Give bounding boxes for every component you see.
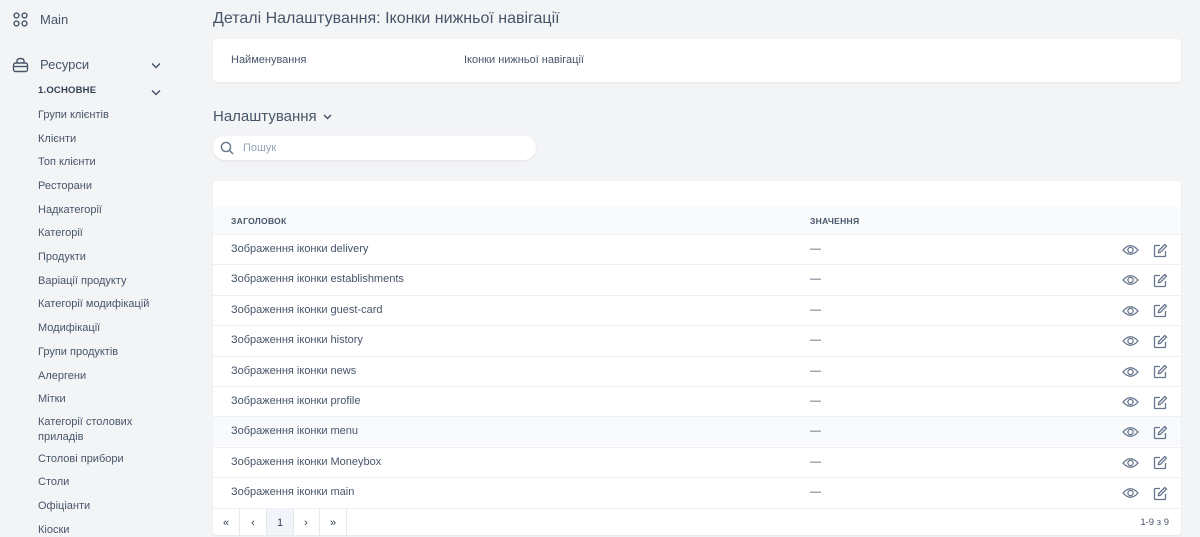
settings-section-label: Налаштування xyxy=(213,108,317,125)
row-title: Зображення іконки Moneybox xyxy=(231,455,382,468)
detail-value-name: Іконки нижньої навігації xyxy=(464,54,584,66)
group-title-basic[interactable]: 1.ОСНОВНЕ xyxy=(38,85,96,96)
sidebar-item-waiters[interactable]: Офіціанти xyxy=(38,499,168,514)
column-header-value[interactable]: ЗНАЧЕННЯ xyxy=(810,216,859,226)
row-title: Зображення іконки establishments xyxy=(231,273,404,286)
basket-icon xyxy=(12,56,29,73)
edit-icon[interactable] xyxy=(1151,332,1169,350)
table-row[interactable]: Зображення іконки profile — xyxy=(213,386,1181,416)
edit-icon[interactable] xyxy=(1151,454,1169,472)
edit-icon[interactable] xyxy=(1151,363,1169,381)
pagination-info: 1-9 з 9 xyxy=(1140,517,1169,528)
eye-icon[interactable] xyxy=(1121,454,1139,472)
row-title: Зображення іконки guest-card xyxy=(231,303,383,316)
row-value: — xyxy=(810,303,821,316)
first-page-button[interactable]: « xyxy=(213,509,240,535)
sidebar-item-products[interactable]: Продукти xyxy=(38,250,168,265)
detail-label-name: Найменування xyxy=(231,54,307,66)
sidebar-item-kiosks[interactable]: Кіоски xyxy=(38,523,168,537)
row-value: — xyxy=(810,425,821,438)
table-row[interactable]: Зображення іконки guest-card — xyxy=(213,294,1181,325)
row-title: Зображення іконки menu xyxy=(231,425,359,438)
eye-icon[interactable] xyxy=(1121,363,1139,381)
table-row[interactable]: Зображення іконки delivery — xyxy=(213,234,1181,264)
row-value: — xyxy=(810,364,821,377)
edit-icon[interactable] xyxy=(1151,423,1169,441)
edit-icon[interactable] xyxy=(1151,241,1169,259)
search-box[interactable] xyxy=(213,136,536,160)
detail-card: Найменування Іконки нижньої навігації xyxy=(213,39,1181,82)
table-row[interactable]: Зображення іконки establishments — xyxy=(213,264,1181,294)
chevron-down-icon xyxy=(323,113,332,120)
table-header: ЗАГОЛОВОК ЗНАЧЕННЯ xyxy=(213,207,1181,234)
current-page-button[interactable]: 1 xyxy=(267,509,294,535)
sidebar-item-client-groups[interactable]: Групи клієнтів xyxy=(38,108,168,123)
row-value: — xyxy=(810,243,821,255)
sidebar-item-allergens[interactable]: Алергени xyxy=(38,369,168,384)
eye-icon[interactable] xyxy=(1121,393,1139,411)
page-title: Деталі Налаштування: Іконки нижньої наві… xyxy=(213,10,560,27)
row-title: Зображення іконки news xyxy=(231,364,357,377)
sidebar-item-modifiers[interactable]: Модифікації xyxy=(38,321,168,336)
table-row[interactable]: Зображення іконки menu — xyxy=(213,416,1181,447)
sidebar-item-tags[interactable]: Мітки xyxy=(38,392,168,407)
chevron-down-icon[interactable] xyxy=(150,86,162,98)
row-value: — xyxy=(810,334,821,347)
sidebar: Main Ресурси 1.ОСНОВНЕ Групи клієнтів Кл… xyxy=(0,0,178,537)
edit-icon[interactable] xyxy=(1151,271,1169,289)
sidebar-item-cutlery-categories[interactable]: Категорії столових приладів xyxy=(38,415,168,445)
sidebar-item-cutlery[interactable]: Столові прибори xyxy=(38,452,168,467)
nav-main-label: Main xyxy=(40,12,69,27)
eye-icon[interactable] xyxy=(1121,423,1139,441)
row-title: Зображення іконки main xyxy=(231,486,355,499)
sidebar-item-modifier-categories[interactable]: Категорії модифікацій xyxy=(38,297,168,312)
edit-icon[interactable] xyxy=(1151,302,1169,320)
grid-icon xyxy=(12,11,29,28)
sidebar-item-restaurants[interactable]: Ресторани xyxy=(38,179,168,194)
sidebar-item-tables[interactable]: Столи xyxy=(38,475,168,490)
table-row[interactable]: Зображення іконки news — xyxy=(213,355,1181,386)
row-title: Зображення іконки delivery xyxy=(231,243,369,255)
table-row[interactable]: Зображення іконки Moneybox — xyxy=(213,446,1181,477)
sidebar-item-categories[interactable]: Категорії xyxy=(38,226,168,241)
eye-icon[interactable] xyxy=(1121,302,1139,320)
row-title: Зображення іконки history xyxy=(231,334,363,347)
settings-table: ЗАГОЛОВОК ЗНАЧЕННЯ Зображення іконки del… xyxy=(213,181,1181,535)
settings-section-title[interactable]: Налаштування xyxy=(213,108,332,125)
table-row[interactable]: Зображення іконки main — xyxy=(213,477,1181,507)
row-value: — xyxy=(810,455,821,468)
nav-main[interactable]: Main xyxy=(12,11,68,28)
table-row[interactable]: Зображення іконки history — xyxy=(213,325,1181,355)
search-icon xyxy=(220,141,234,155)
sidebar-item-product-groups[interactable]: Групи продуктів xyxy=(38,345,168,360)
sidebar-item-supercategories[interactable]: Надкатегорії xyxy=(38,203,168,218)
nav-resources-label: Ресурси xyxy=(40,57,90,72)
next-page-button[interactable]: › xyxy=(293,509,320,535)
search-input[interactable] xyxy=(243,142,523,154)
column-header-title[interactable]: ЗАГОЛОВОК xyxy=(231,216,287,226)
chevron-down-icon[interactable] xyxy=(150,59,162,71)
last-page-button[interactable]: » xyxy=(320,509,347,535)
row-value: — xyxy=(810,273,821,286)
pagination: « ‹ 1 › » 1-9 з 9 xyxy=(213,508,1181,535)
row-value: — xyxy=(810,486,821,499)
row-value: — xyxy=(810,395,821,407)
row-title: Зображення іконки profile xyxy=(231,395,361,407)
eye-icon[interactable] xyxy=(1121,241,1139,259)
eye-icon[interactable] xyxy=(1121,271,1139,289)
sidebar-item-clients[interactable]: Клієнти xyxy=(38,132,168,147)
edit-icon[interactable] xyxy=(1151,484,1169,502)
edit-icon[interactable] xyxy=(1151,393,1169,411)
nav-resources[interactable]: Ресурси xyxy=(12,56,164,73)
sidebar-item-top-clients[interactable]: Топ клієнти xyxy=(38,155,168,170)
sidebar-item-product-variations[interactable]: Варіації продукту xyxy=(38,274,168,289)
eye-icon[interactable] xyxy=(1121,332,1139,350)
eye-icon[interactable] xyxy=(1121,484,1139,502)
prev-page-button[interactable]: ‹ xyxy=(240,509,267,535)
